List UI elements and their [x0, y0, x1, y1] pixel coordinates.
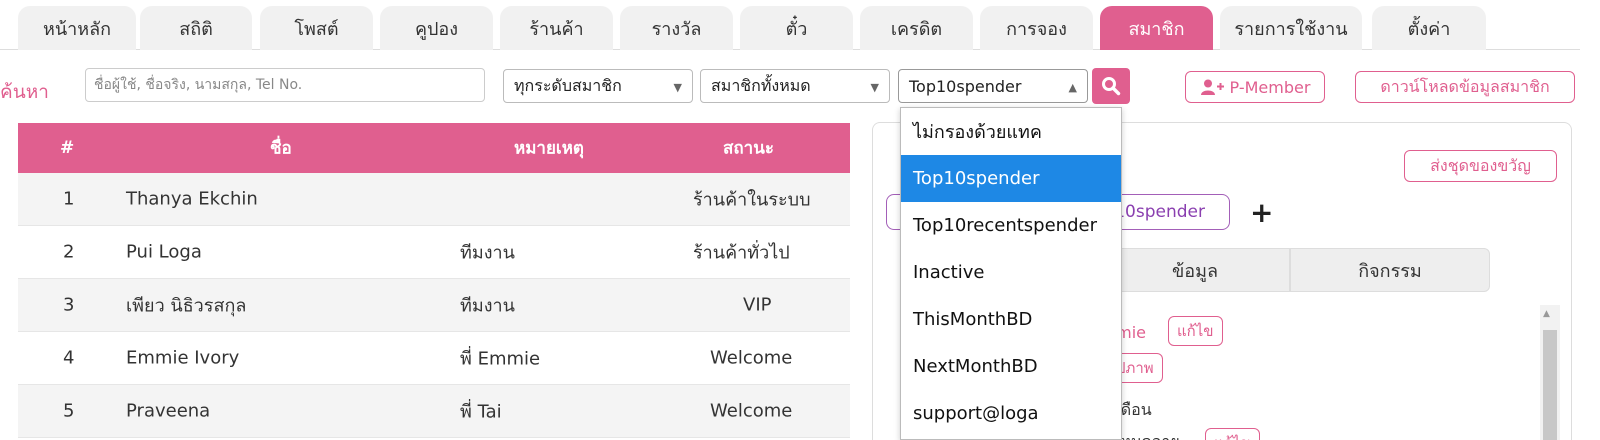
- member-note: พี่ Emmie: [460, 348, 541, 370]
- member-name: Thanya Ekchin: [126, 188, 258, 210]
- member-status: ร้านค้าทั่วไป: [693, 242, 790, 264]
- member-name: Pui Loga: [126, 241, 202, 263]
- dropdown-option[interactable]: ไม่กรองด้วยแทค: [901, 108, 1121, 155]
- row-number: 2: [63, 241, 75, 263]
- dropdown-option[interactable]: Top10recentspender: [901, 202, 1121, 249]
- edit-name-button[interactable]: แก้ไข: [1168, 316, 1223, 346]
- tag-filter-dropdown: ไม่กรองด้วยแทค Top10spender Top10recents…: [900, 107, 1122, 440]
- row-number: 3: [63, 294, 75, 316]
- table-row[interactable]: 1 Thanya Ekchin ร้านค้าในระบบ: [18, 173, 850, 226]
- tab-activity[interactable]: กิจกรรม: [1290, 248, 1490, 292]
- row-number: 1: [63, 188, 75, 210]
- chevron-down-icon: ▼: [673, 81, 682, 94]
- col-status: สถานะ: [723, 138, 774, 159]
- chevron-down-icon: ▼: [870, 81, 879, 94]
- send-gift-button[interactable]: ส่งชุดของขวัญ: [1404, 150, 1557, 182]
- table-header: # ชื่อ หมายเหตุ สถานะ: [18, 123, 850, 173]
- search-input[interactable]: [85, 68, 485, 102]
- tab-bar: หน้าหลัก สถิติ โพสต์ คูปอง ร้านค้า รางวั…: [0, 0, 1580, 50]
- tab-statistics[interactable]: สถิติ: [140, 6, 252, 50]
- plus-icon[interactable]: +: [1250, 196, 1273, 229]
- tab-booking[interactable]: การจอง: [980, 6, 1093, 50]
- tag-filter-value: Top10spender: [909, 76, 1022, 96]
- member-level-select[interactable]: ทุกระดับสมาชิก ▼: [503, 69, 693, 103]
- member-level-value: ทุกระดับสมาชิก: [514, 75, 622, 95]
- dropdown-option[interactable]: Top10spender: [901, 155, 1121, 202]
- dropdown-option[interactable]: ThisMonthBD: [901, 296, 1121, 343]
- tab-info[interactable]: ข้อมูล: [1100, 248, 1290, 292]
- tab-tickets[interactable]: ตั๋ว: [740, 6, 853, 50]
- chevron-up-icon: ▲: [1068, 81, 1077, 94]
- p-member-label: P-Member: [1229, 77, 1311, 97]
- tab-members[interactable]: สมาชิก: [1100, 6, 1213, 50]
- table-row[interactable]: 3 เพียว นิธิวรสกุล ทีมงาน VIP: [18, 279, 850, 332]
- member-name: Emmie Ivory: [126, 347, 240, 369]
- search-label: ค้นหา: [0, 81, 49, 103]
- member-note: ทีมงาน: [460, 242, 515, 264]
- member-note: พี่ Tai: [460, 401, 502, 423]
- dropdown-option[interactable]: support@loga: [901, 390, 1121, 437]
- member-status: Welcome: [710, 400, 793, 422]
- member-status: Welcome: [710, 347, 793, 369]
- table-row[interactable]: 4 Emmie Ivory พี่ Emmie Welcome: [18, 332, 850, 385]
- col-number: #: [60, 138, 75, 158]
- table-row[interactable]: 5 Praveena พี่ Tai Welcome: [18, 385, 850, 438]
- scroll-up-icon[interactable]: ▲: [1543, 309, 1550, 319]
- tab-coupons[interactable]: คูปอง: [380, 6, 493, 50]
- tab-credit[interactable]: เครดิต: [860, 6, 973, 50]
- search-button[interactable]: [1092, 68, 1130, 104]
- tab-usage-log[interactable]: รายการใช้งาน: [1220, 6, 1362, 50]
- tab-home[interactable]: หน้าหลัก: [18, 6, 136, 50]
- download-members-label: ดาวน์โหลดข้อมูลสมาชิก: [1380, 76, 1550, 96]
- scrollbar-thumb[interactable]: [1543, 330, 1557, 440]
- member-status: ร้านค้าในระบบ: [693, 189, 811, 211]
- tag-filter-select[interactable]: Top10spender ▲: [898, 69, 1088, 103]
- members-table: # ชื่อ หมายเหตุ สถานะ 1 Thanya Ekchin ร้…: [18, 123, 850, 438]
- tab-shops[interactable]: ร้านค้า: [500, 6, 613, 50]
- member-type-value: สมาชิกทั้งหมด: [711, 75, 811, 95]
- member-name: เพียว นิธิวรสกุล: [126, 295, 247, 317]
- member-type-select[interactable]: สมาชิกทั้งหมด ▼: [700, 69, 890, 103]
- p-member-button[interactable]: P-Member: [1185, 71, 1325, 103]
- col-name: ชื่อ: [270, 138, 292, 159]
- member-status: VIP: [743, 294, 772, 316]
- member-name: Praveena: [126, 400, 211, 422]
- member-note: ทีมงาน: [460, 295, 515, 317]
- edit-expiry-button[interactable]: แก้ไข: [1205, 428, 1260, 440]
- search-icon: [1102, 77, 1121, 96]
- user-plus-icon: [1200, 79, 1224, 95]
- dropdown-option[interactable]: Inactive: [901, 249, 1121, 296]
- tab-settings[interactable]: ตั้งค่า: [1372, 6, 1486, 50]
- col-note: หมายเหตุ: [514, 138, 584, 159]
- tab-rewards[interactable]: รางวัล: [620, 6, 733, 50]
- dropdown-option[interactable]: NextMonthBD: [901, 343, 1121, 390]
- table-row[interactable]: 2 Pui Loga ทีมงาน ร้านค้าทั่วไป: [18, 226, 850, 279]
- row-number: 5: [63, 400, 75, 422]
- tab-posts[interactable]: โพสต์: [260, 6, 373, 50]
- row-number: 4: [63, 347, 75, 369]
- download-members-button[interactable]: ดาวน์โหลดข้อมูลสมาชิก: [1355, 71, 1575, 103]
